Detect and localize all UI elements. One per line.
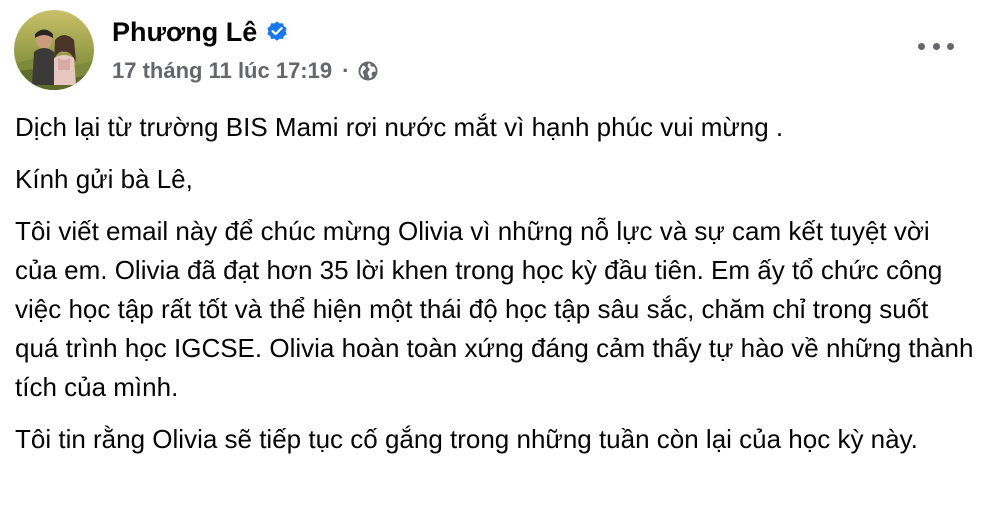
post-timestamp[interactable]: 17 tháng 11 lúc 17:19	[112, 58, 332, 84]
author-block: Phương Lê 17 tháng 11 lúc 17:19 ·	[112, 16, 379, 84]
post-meta: 17 tháng 11 lúc 17:19 ·	[112, 58, 379, 84]
globe-icon[interactable]	[357, 60, 379, 82]
author-avatar[interactable]	[14, 10, 94, 90]
meta-separator: ·	[342, 58, 350, 83]
post-paragraph-3: Tôi viết email này để chúc mừng Olivia v…	[15, 216, 974, 402]
post-paragraph-4: Tôi tin rằng Olivia sẽ tiếp tục cố gắng …	[15, 424, 918, 454]
avatar-photo	[14, 10, 94, 90]
post-paragraph-1: Dịch lại từ trường BIS Mami rơi nước mắt…	[15, 112, 784, 142]
facebook-post: Phương Lê 17 tháng 11 lúc 17:19 · Dịch l…	[0, 0, 990, 516]
post-body: Dịch lại từ trường BIS Mami rơi nước mắt…	[15, 108, 975, 472]
post-paragraph-2: Kính gửi bà Lê,	[15, 164, 193, 194]
more-options-icon[interactable]	[918, 36, 954, 56]
verified-badge-icon	[265, 20, 289, 44]
post-header: Phương Lê 17 tháng 11 lúc 17:19 ·	[14, 10, 974, 90]
author-row: Phương Lê	[112, 16, 379, 48]
author-name[interactable]: Phương Lê	[112, 17, 257, 48]
